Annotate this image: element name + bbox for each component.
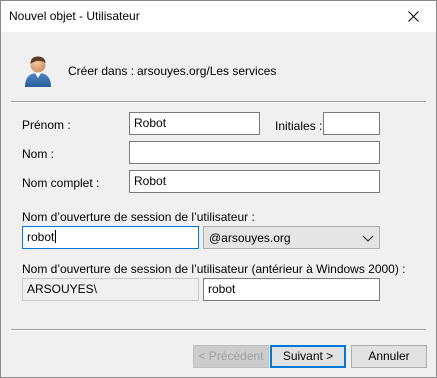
cancel-button[interactable]: Annuler xyxy=(351,345,427,368)
first-name-input[interactable]: Robot xyxy=(129,112,260,135)
create-in-path: arsouyes.org/Les services xyxy=(137,64,277,78)
pre2000-logon-value: robot xyxy=(208,282,236,296)
footer-divider xyxy=(11,329,426,331)
pre2000-domain-field: ARSOUYES\ xyxy=(22,278,199,301)
first-name-label: Prénom : xyxy=(22,118,71,132)
full-name-value: Robot xyxy=(134,174,167,188)
previous-button[interactable]: < Précédent xyxy=(193,345,269,368)
initials-input[interactable] xyxy=(323,112,380,135)
domain-select-value: @arsouyes.org xyxy=(209,231,291,245)
last-name-input[interactable] xyxy=(129,141,380,164)
title-bar: Nouvel objet - Utilisateur xyxy=(1,1,436,32)
window-title: Nouvel objet - Utilisateur xyxy=(9,9,140,23)
logon-name-value: robot xyxy=(27,230,55,244)
full-name-label: Nom complet : xyxy=(22,176,100,190)
full-name-input[interactable]: Robot xyxy=(129,170,380,193)
pre2000-domain-value: ARSOUYES\ xyxy=(27,282,98,296)
text-caret xyxy=(55,230,57,243)
logon-name-label: Nom d’ouverture de session de l’utilisat… xyxy=(22,210,255,224)
create-in-label: Créer dans : xyxy=(68,64,135,78)
last-name-label: Nom : xyxy=(22,147,55,161)
logon-name-input[interactable]: robot xyxy=(22,226,199,249)
chevron-down-icon xyxy=(362,235,374,242)
next-button[interactable]: Suivant > xyxy=(270,345,346,368)
pre2000-logon-input[interactable]: robot xyxy=(203,278,380,301)
header-divider xyxy=(11,101,426,103)
close-button[interactable] xyxy=(390,1,436,32)
new-user-dialog: Nouvel objet - Utilisateur Créer dans : … xyxy=(0,0,437,378)
user-icon xyxy=(25,56,51,87)
pre2000-logon-label: Nom d’ouverture de session de l’utilisat… xyxy=(22,262,406,276)
domain-select[interactable]: @arsouyes.org xyxy=(203,226,380,249)
close-icon xyxy=(407,11,419,22)
first-name-value: Robot xyxy=(134,116,167,130)
initials-label: Initiales : xyxy=(275,119,323,133)
